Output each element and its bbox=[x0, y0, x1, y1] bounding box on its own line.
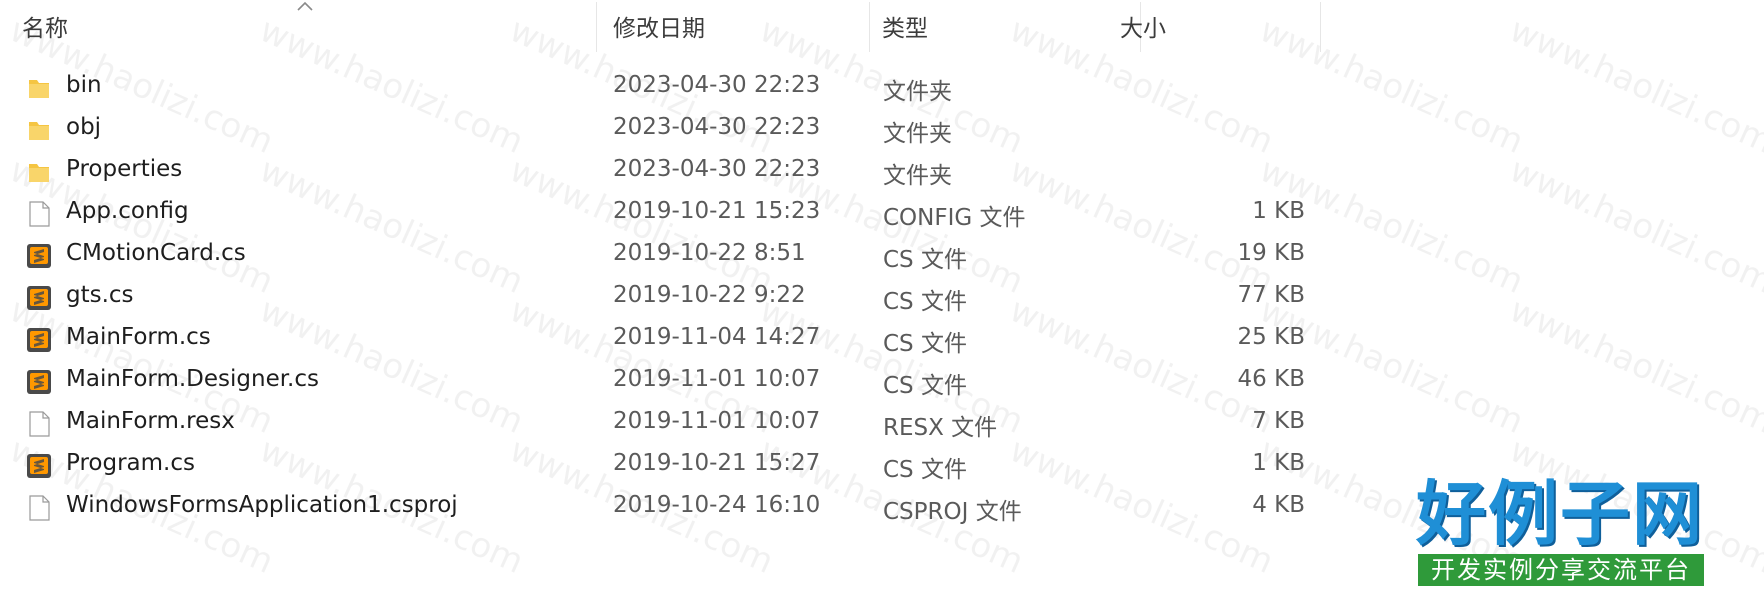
file-name: gts.cs bbox=[66, 282, 134, 308]
column-header-date-label: 修改日期 bbox=[613, 16, 705, 42]
file-type: CS 文件 bbox=[883, 289, 967, 315]
file-modified-date: 2023-04-30 22:23 bbox=[613, 114, 821, 140]
file-row[interactable]: gts.cs 2019-10-22 9:22 CS 文件 77 KB bbox=[0, 276, 1340, 318]
file-modified-date: 2019-10-22 8:51 bbox=[613, 240, 806, 266]
file-modified-date: 2023-04-30 22:23 bbox=[613, 72, 821, 98]
file-size: 19 KB bbox=[1237, 240, 1305, 266]
column-header-name-label: 名称 bbox=[22, 16, 68, 42]
column-header-size[interactable]: 大小 bbox=[1120, 0, 1320, 52]
file-name: bin bbox=[66, 72, 102, 98]
file-modified-date: 2019-10-22 9:22 bbox=[613, 282, 806, 308]
file-type: CS 文件 bbox=[883, 373, 967, 399]
file-size: 4 KB bbox=[1252, 492, 1305, 518]
file-size: 1 KB bbox=[1252, 198, 1305, 224]
file-row[interactable]: MainForm.Designer.cs 2019-11-01 10:07 CS 文… bbox=[0, 360, 1340, 402]
file-name: WindowsFormsApplication1.csproj bbox=[66, 492, 458, 518]
file-type: 文件夹 bbox=[883, 163, 952, 189]
file-size: 77 KB bbox=[1237, 282, 1305, 308]
file-row[interactable]: CMotionCard.cs 2019-10-22 8:51 CS 文件 19 KB bbox=[0, 234, 1340, 276]
folder-icon bbox=[26, 74, 52, 102]
file-type: CONFIG 文件 bbox=[883, 205, 1026, 231]
file-modified-date: 2019-11-01 10:07 bbox=[613, 408, 821, 434]
sublime-cs-file-icon bbox=[26, 242, 52, 270]
folder-icon bbox=[26, 158, 52, 186]
blank-file-icon bbox=[26, 200, 52, 228]
file-size: 25 KB bbox=[1237, 324, 1305, 350]
column-separator[interactable] bbox=[596, 2, 597, 52]
file-size: 7 KB bbox=[1252, 408, 1305, 434]
file-type: CS 文件 bbox=[883, 331, 967, 357]
watermark-text: www.haolizi.com bbox=[1503, 150, 1764, 303]
folder-icon bbox=[26, 116, 52, 144]
file-row[interactable]: Properties 2023-04-30 22:23 文件夹 bbox=[0, 150, 1340, 192]
sublime-cs-file-icon bbox=[26, 284, 52, 312]
column-header-size-label: 大小 bbox=[1120, 16, 1166, 42]
file-name: MainForm.resx bbox=[66, 408, 235, 434]
file-modified-date: 2019-11-04 14:27 bbox=[613, 324, 821, 350]
file-modified-date: 2019-10-24 16:10 bbox=[613, 492, 821, 518]
column-header-bar: 名称 修改日期 类型 大小 bbox=[0, 0, 1764, 52]
brand-logo: 好例子网 开发实例分享交流平台 bbox=[1416, 474, 1706, 588]
file-size: 1 KB bbox=[1252, 450, 1305, 476]
column-header-type[interactable]: 类型 bbox=[882, 0, 1138, 52]
file-row[interactable]: MainForm.cs 2019-11-04 14:27 CS 文件 25 KB bbox=[0, 318, 1340, 360]
file-modified-date: 2019-10-21 15:23 bbox=[613, 198, 821, 224]
column-separator[interactable] bbox=[1320, 2, 1321, 52]
file-name: Program.cs bbox=[66, 450, 195, 476]
file-size: 46 KB bbox=[1237, 366, 1305, 392]
file-row[interactable]: App.config 2019-10-21 15:23 CONFIG 文件 1 KB bbox=[0, 192, 1340, 234]
file-name: Properties bbox=[66, 156, 183, 182]
file-row[interactable]: bin 2023-04-30 22:23 文件夹 bbox=[0, 66, 1340, 108]
file-name: obj bbox=[66, 114, 102, 140]
column-header-type-label: 类型 bbox=[882, 16, 928, 42]
file-type: RESX 文件 bbox=[883, 415, 998, 441]
blank-file-icon bbox=[26, 410, 52, 438]
watermark-text: www.haolizi.com bbox=[1503, 290, 1764, 443]
sublime-cs-file-icon bbox=[26, 368, 52, 396]
brand-slogan: 开发实例分享交流平台 bbox=[1418, 554, 1704, 586]
file-list: bin 2023-04-30 22:23 文件夹 obj 2023-04-30 22:2… bbox=[0, 66, 1340, 528]
file-name: App.config bbox=[66, 198, 189, 224]
file-name: MainForm.cs bbox=[66, 324, 211, 350]
file-row[interactable]: obj 2023-04-30 22:23 文件夹 bbox=[0, 108, 1340, 150]
file-type: 文件夹 bbox=[883, 79, 952, 105]
file-explorer-details-view: www.haolizi.com www.haolizi.com www.haoliz… bbox=[0, 0, 1764, 598]
file-type: CS 文件 bbox=[883, 457, 967, 483]
column-separator[interactable] bbox=[869, 2, 870, 52]
file-type: 文件夹 bbox=[883, 121, 952, 147]
file-name: CMotionCard.cs bbox=[66, 240, 246, 266]
file-row[interactable]: WindowsFormsApplication1.csproj 2019-10-2… bbox=[0, 486, 1340, 528]
file-modified-date: 2019-10-21 15:27 bbox=[613, 450, 821, 476]
file-modified-date: 2023-04-30 22:23 bbox=[613, 156, 821, 182]
sort-ascending-icon bbox=[297, 1, 313, 11]
file-name: MainForm.Designer.cs bbox=[66, 366, 319, 392]
blank-file-icon bbox=[26, 494, 52, 522]
file-type: CSPROJ 文件 bbox=[883, 499, 1022, 525]
file-row[interactable]: MainForm.resx 2019-11-01 10:07 RESX 文件 7 KB bbox=[0, 402, 1340, 444]
brand-title: 好例子网 bbox=[1416, 472, 1704, 555]
file-row[interactable]: Program.cs 2019-10-21 15:27 CS 文件 1 KB bbox=[0, 444, 1340, 486]
sublime-cs-file-icon bbox=[26, 452, 52, 480]
column-header-date[interactable]: 修改日期 bbox=[613, 0, 869, 52]
file-type: CS 文件 bbox=[883, 247, 967, 273]
sublime-cs-file-icon bbox=[26, 326, 52, 354]
file-modified-date: 2019-11-01 10:07 bbox=[613, 366, 821, 392]
